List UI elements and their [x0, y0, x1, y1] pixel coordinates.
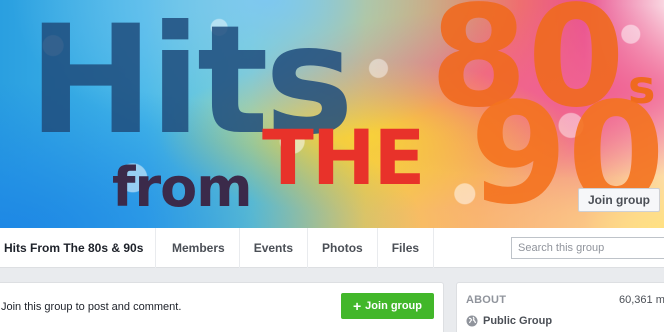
tab-events[interactable]: Events	[240, 227, 309, 268]
cover-art-from: from	[112, 156, 252, 219]
member-count: 60,361 m	[619, 294, 664, 306]
about-card: ABOUT 60,361 m Public Group	[456, 282, 664, 332]
group-search-input[interactable]: Search this group	[511, 237, 664, 259]
group-name[interactable]: Hits From The 80s & 90s	[0, 227, 156, 268]
privacy-label: Public Group	[483, 315, 553, 327]
tab-photos[interactable]: Photos	[308, 227, 378, 268]
join-group-button[interactable]: + Join group	[341, 293, 434, 319]
plus-icon: +	[352, 298, 362, 314]
join-prompt-text: Join this group to post and comment.	[1, 301, 182, 313]
cover-join-group-button[interactable]: Join group	[578, 188, 660, 212]
privacy-row: Public Group	[466, 315, 552, 327]
join-group-label: Join group	[365, 300, 422, 312]
composer-card: Join this group to post and comment. + J…	[0, 282, 444, 332]
group-nav-bar: Hits From The 80s & 90s Members Events P…	[0, 227, 664, 268]
tab-files[interactable]: Files	[378, 227, 435, 268]
search-placeholder: Search this group	[518, 242, 605, 254]
cover-art-the: THE	[262, 113, 425, 202]
tab-members[interactable]: Members	[156, 227, 240, 268]
globe-icon	[466, 315, 478, 327]
about-title: ABOUT	[466, 294, 507, 306]
cover-photo: Hits 80 s 90 from THE Join group	[0, 0, 664, 228]
facebook-group-page: Hits 80 s 90 from THE Join group Hits Fr…	[0, 0, 664, 332]
